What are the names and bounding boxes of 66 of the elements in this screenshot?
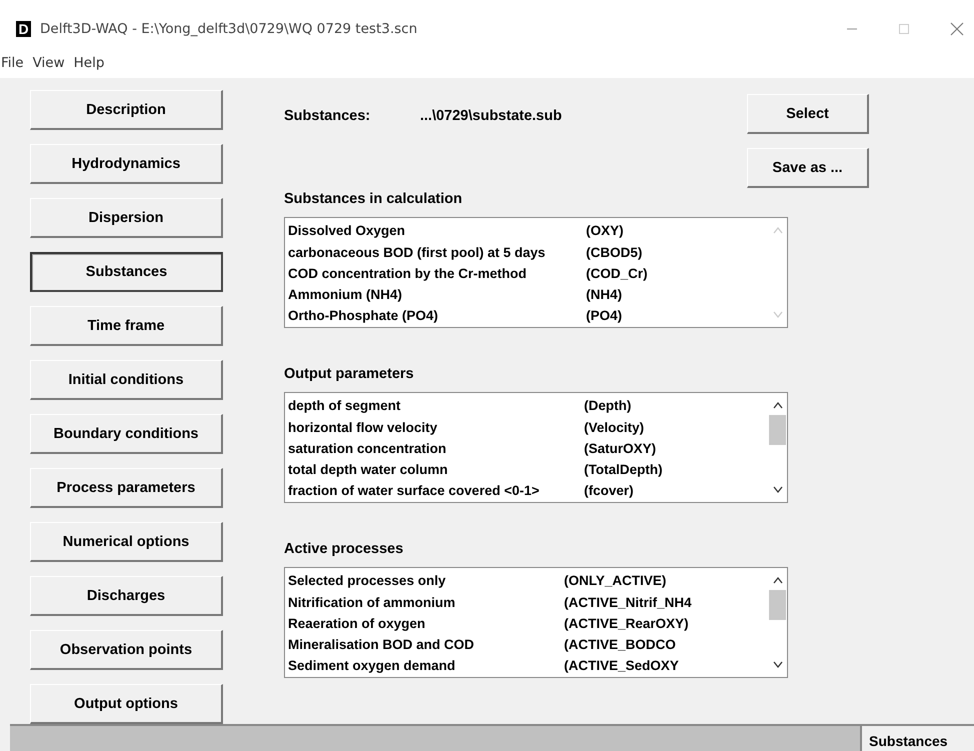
item-code[interactable]: (Velocity) bbox=[584, 420, 644, 435]
scroll-down-icon[interactable] bbox=[772, 486, 782, 494]
nav-button[interactable]: Discharges bbox=[30, 576, 223, 616]
item-code[interactable]: (OXY) bbox=[586, 223, 624, 238]
nav-button[interactable]: Observation points bbox=[30, 630, 223, 670]
item-name[interactable]: depth of segment bbox=[288, 398, 578, 414]
list-box[interactable]: Dissolved Oxygen (OXY) carbonaceous BOD (first pool) at 5 days (CBOD5) COD concentration by the Cr-method (COD_Cr) Ammonium (NH4) (NH4) Ortho-Phosphate (PO4) (PO4) bbox=[284, 217, 788, 328]
status-panel: Substances bbox=[860, 726, 974, 751]
item-code[interactable]: (COD_Cr) bbox=[586, 266, 648, 281]
list-box[interactable]: depth of segment (Depth) horizontal flow velocity (Velocity) saturation concentration (SaturOXY) total depth water column (TotalDepth) fraction of water surface covered <0-1> (fcover) bbox=[284, 392, 788, 504]
scroll-thumb[interactable] bbox=[769, 590, 786, 620]
nav-button[interactable]: Initial conditions bbox=[30, 360, 223, 400]
item-code[interactable]: (ACTIVE_Nitrif_NH4 bbox=[564, 594, 692, 610]
close-icon[interactable] bbox=[950, 22, 964, 36]
nav-button[interactable]: Dispersion bbox=[30, 198, 223, 238]
item-code[interactable]: (PO4) bbox=[586, 308, 622, 324]
nav-button[interactable]: Time frame bbox=[30, 306, 223, 346]
item-name[interactable]: saturation concentration bbox=[288, 440, 578, 456]
item-code[interactable]: (TotalDepth) bbox=[584, 462, 662, 478]
item-name[interactable]: Mineralisation BOD and COD bbox=[288, 637, 558, 652]
nav-button[interactable]: Hydrodynamics bbox=[30, 144, 223, 184]
scroll-down-icon[interactable] bbox=[772, 661, 782, 670]
item-name[interactable]: COD concentration by the Cr-method bbox=[288, 266, 580, 281]
item-code[interactable]: (CBOD5) bbox=[586, 244, 642, 260]
file-path: ...\0729\substate.sub bbox=[420, 108, 562, 124]
menu-item[interactable]: View bbox=[32, 54, 74, 71]
item-code[interactable]: (ACTIVE_RearOXY) bbox=[564, 616, 689, 631]
scroll-up-icon[interactable] bbox=[772, 576, 782, 584]
item-code[interactable]: (fcover) bbox=[584, 483, 634, 498]
item-name[interactable]: Sediment oxygen demand bbox=[288, 658, 558, 674]
item-code[interactable]: (ACTIVE_SedOXY bbox=[564, 658, 679, 674]
item-name[interactable]: Nitrification of ammonium bbox=[288, 594, 558, 610]
action-button[interactable]: Select bbox=[747, 94, 869, 134]
nav-button[interactable]: Description bbox=[30, 90, 223, 130]
item-code[interactable]: (SaturOXY) bbox=[584, 440, 656, 456]
nav-button[interactable]: Substances bbox=[30, 252, 223, 292]
nav-button[interactable]: Numerical options bbox=[30, 522, 223, 562]
item-name[interactable]: Selected processes only bbox=[288, 573, 558, 588]
section-title: Output parameters bbox=[284, 366, 415, 382]
item-name[interactable]: Ortho-Phosphate (PO4) bbox=[288, 308, 580, 324]
app-logo: D bbox=[16, 21, 31, 38]
list-box[interactable]: Selected processes only (ONLY_ACTIVE) Nitrification of ammonium (ACTIVE_Nitrif_NH4 Reaeration of oxygen (ACTIVE_RearOXY) Mineralisation BOD and COD (ACTIVE_BODCO Sediment oxygen demand (ACTIVE_SedOXY bbox=[284, 567, 788, 678]
nav-button[interactable]: Output options bbox=[30, 684, 223, 724]
scroll-thumb[interactable] bbox=[769, 415, 786, 446]
item-code[interactable]: (Depth) bbox=[584, 398, 632, 414]
item-name[interactable]: Ammonium (NH4) bbox=[288, 287, 580, 302]
item-name[interactable]: fraction of water surface covered <0-1> bbox=[288, 483, 578, 498]
item-code[interactable]: (ACTIVE_BODCO bbox=[564, 637, 676, 652]
item-name[interactable]: horizontal flow velocity bbox=[288, 420, 578, 435]
action-button[interactable]: Save as ... bbox=[747, 148, 869, 188]
menu-item[interactable]: Help bbox=[74, 54, 114, 71]
section-title: Active processes bbox=[284, 541, 404, 558]
item-code[interactable]: (NH4) bbox=[586, 287, 622, 302]
scroll-up-icon[interactable] bbox=[772, 401, 782, 410]
item-name[interactable]: carbonaceous BOD (first pool) at 5 days bbox=[288, 244, 580, 260]
nav-button[interactable]: Boundary conditions bbox=[30, 414, 223, 454]
item-code[interactable]: (ONLY_ACTIVE) bbox=[564, 573, 666, 588]
maximize-icon[interactable] bbox=[898, 23, 910, 36]
nav-button[interactable]: Process parameters bbox=[30, 468, 223, 508]
section-title: Substances in calculation bbox=[284, 191, 464, 208]
item-name[interactable]: total depth water column bbox=[288, 462, 578, 478]
item-name[interactable]: Dissolved Oxygen bbox=[288, 223, 580, 238]
item-name[interactable]: Reaeration of oxygen bbox=[288, 616, 558, 631]
field-label: Substances: bbox=[284, 108, 372, 124]
window-title: Delft3D-WAQ - E:\Yong_delft3d\0729\WQ 0729 test3.scn bbox=[40, 21, 418, 38]
menu-item[interactable]: File bbox=[1, 54, 33, 71]
